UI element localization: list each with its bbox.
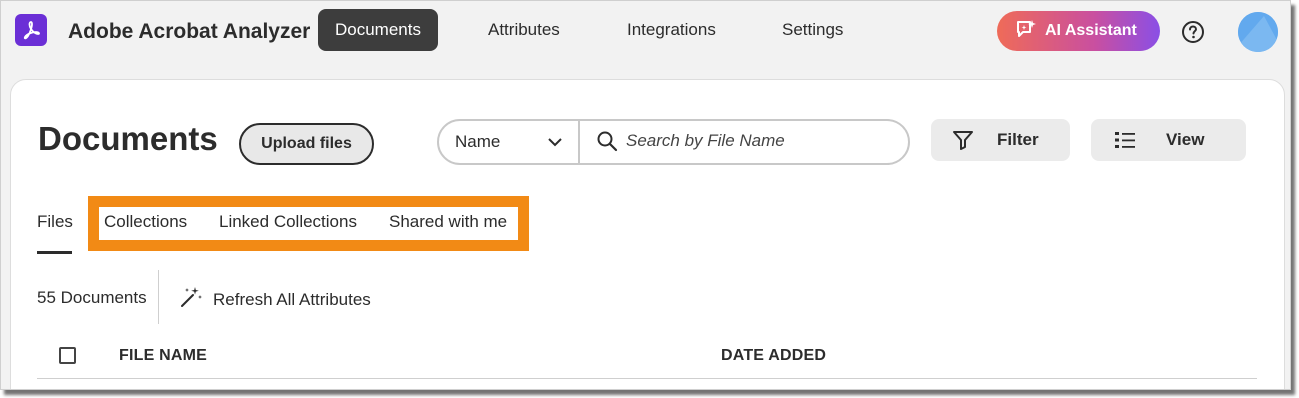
list-view-icon bbox=[1113, 128, 1137, 157]
nav-integrations[interactable]: Integrations bbox=[610, 9, 733, 51]
upload-files-button[interactable]: Upload files bbox=[239, 123, 374, 165]
search-icon bbox=[596, 130, 618, 152]
ai-assistant-button[interactable]: AI Assistant bbox=[997, 11, 1160, 51]
app-title: Adobe Acrobat Analyzer bbox=[68, 20, 311, 43]
chevron-down-icon bbox=[547, 134, 563, 150]
avatar[interactable] bbox=[1238, 12, 1278, 52]
nav-attributes[interactable]: Attributes bbox=[471, 9, 577, 51]
page-title: Documents bbox=[38, 120, 218, 157]
ai-chat-icon bbox=[1015, 18, 1037, 45]
tab-active-indicator bbox=[37, 251, 72, 254]
divider bbox=[158, 270, 159, 324]
search-field-select-value: Name bbox=[455, 132, 501, 151]
documents-panel: Documents Upload files Name Filter bbox=[10, 79, 1285, 389]
search-field-select[interactable]: Name bbox=[439, 121, 580, 163]
top-navigation: Adobe Acrobat Analyzer Documents Attribu… bbox=[1, 1, 1290, 63]
filter-button[interactable]: Filter bbox=[931, 119, 1070, 161]
magic-wand-icon bbox=[179, 285, 203, 314]
filter-label: Filter bbox=[997, 130, 1039, 149]
acrobat-logo-icon[interactable] bbox=[15, 14, 47, 46]
table-header-divider bbox=[37, 378, 1257, 379]
search-bar: Name bbox=[437, 119, 910, 165]
search-input[interactable] bbox=[626, 127, 896, 155]
help-circle-icon[interactable] bbox=[1181, 20, 1205, 44]
select-all-checkbox[interactable] bbox=[59, 347, 76, 364]
view-label: View bbox=[1166, 130, 1205, 149]
tab-files[interactable]: Files bbox=[37, 212, 73, 232]
app-window: Adobe Acrobat Analyzer Documents Attribu… bbox=[0, 0, 1291, 390]
callout-highlight bbox=[88, 196, 529, 251]
filter-icon bbox=[951, 128, 975, 157]
document-count: 55 Documents bbox=[37, 288, 147, 307]
view-button[interactable]: View bbox=[1091, 119, 1246, 161]
column-header-date-added[interactable]: DATE ADDED bbox=[721, 347, 826, 365]
nav-settings[interactable]: Settings bbox=[765, 9, 860, 51]
refresh-all-attributes-label: Refresh All Attributes bbox=[213, 289, 371, 309]
nav-documents[interactable]: Documents bbox=[318, 9, 438, 51]
ai-assistant-label: AI Assistant bbox=[1045, 22, 1137, 39]
column-header-file-name[interactable]: FILE NAME bbox=[119, 347, 207, 365]
refresh-all-attributes-button[interactable]: Refresh All Attributes bbox=[179, 285, 371, 314]
